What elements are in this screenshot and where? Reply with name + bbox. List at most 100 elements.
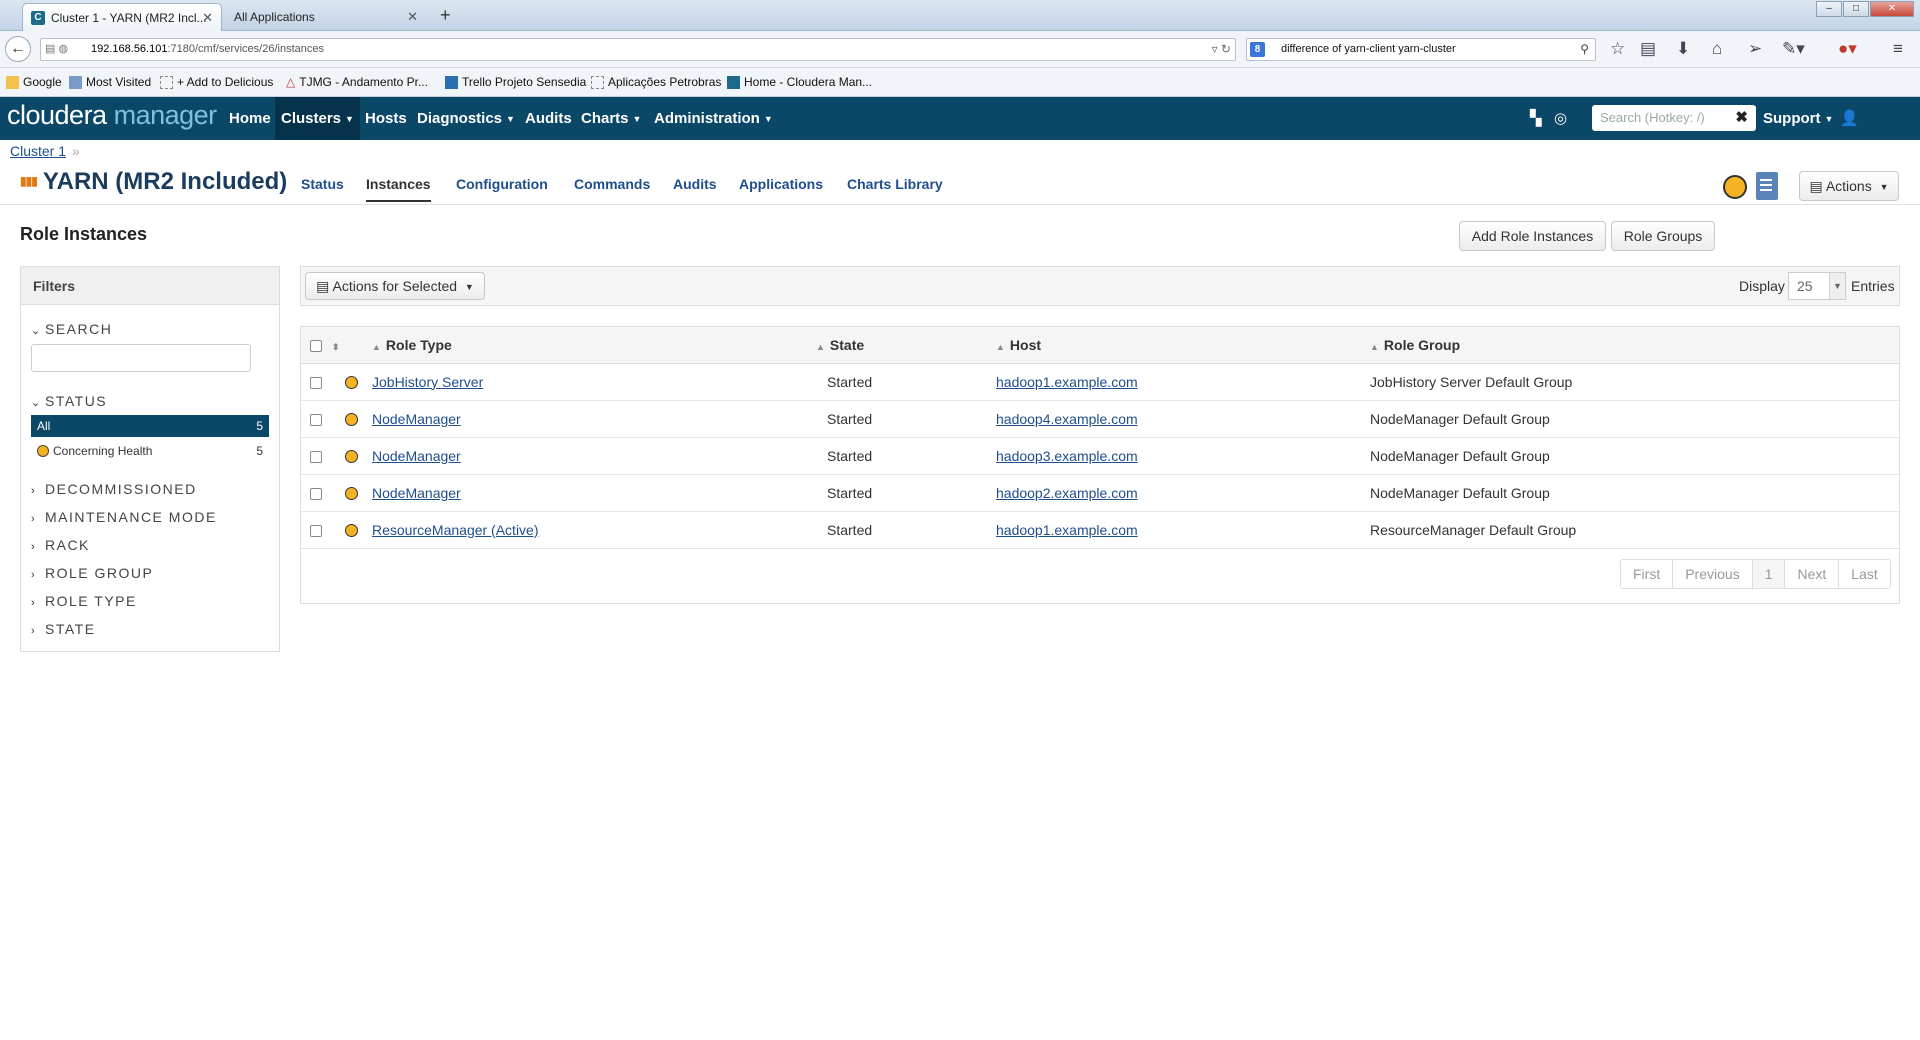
new-tab-icon[interactable]: + bbox=[440, 5, 451, 26]
browser-tab-applications[interactable]: All Applications ✕ bbox=[226, 3, 426, 31]
cloudera-manager-logo[interactable]: cloudera manager bbox=[7, 100, 217, 131]
close-window-icon[interactable]: ✕ bbox=[1870, 1, 1914, 17]
filter-search-input[interactable] bbox=[31, 344, 251, 372]
page-size-select[interactable]: 25 ▼ bbox=[1788, 272, 1846, 300]
host-link[interactable]: hadoop4.example.com bbox=[996, 411, 1138, 427]
bookmark-item[interactable]: Google bbox=[6, 75, 62, 89]
bookmark-item[interactable]: Aplicações Petrobras bbox=[591, 75, 721, 89]
pager-next-button[interactable]: Next bbox=[1785, 560, 1840, 588]
home-icon[interactable]: ⌂ bbox=[1712, 39, 1722, 59]
health-column-header[interactable]: ⬍ bbox=[331, 327, 371, 364]
filter-maintenance-mode[interactable]: › MAINTENANCE MODE bbox=[31, 509, 217, 525]
row-health-cell bbox=[331, 437, 371, 475]
actions-for-selected-button[interactable]: ▤ Actions for Selected ▼ bbox=[305, 272, 485, 300]
add-role-instances-button[interactable]: Add Role Instances bbox=[1459, 221, 1606, 251]
nav-diagnostics[interactable]: Diagnostics ▼ bbox=[411, 97, 521, 140]
filter-role-type[interactable]: › ROLE TYPE bbox=[31, 593, 137, 609]
column-header-role-group[interactable]: ▲ Role Group bbox=[1369, 327, 1899, 364]
reload-icon[interactable]: ▿ ↻ bbox=[1212, 39, 1231, 60]
extension-icon[interactable]: ✎▾ bbox=[1782, 39, 1805, 59]
breadcrumb-cluster-link[interactable]: Cluster 1 bbox=[10, 143, 66, 159]
service-actions-button[interactable]: ▤ Actions ▼ bbox=[1799, 171, 1899, 201]
back-arrow-icon[interactable]: ← bbox=[5, 36, 31, 62]
role-instance-link[interactable]: NodeManager bbox=[372, 448, 461, 464]
role-instance-link[interactable]: NodeManager bbox=[372, 485, 461, 501]
role-instance-link[interactable]: JobHistory Server bbox=[372, 374, 483, 390]
role-instance-link[interactable]: NodeManager bbox=[372, 411, 461, 427]
filter-rack[interactable]: › RACK bbox=[31, 537, 90, 553]
nav-clusters[interactable]: Clusters ▼ bbox=[275, 97, 360, 140]
pager-current-page[interactable]: 1 bbox=[1752, 560, 1786, 588]
pager-last-button[interactable]: Last bbox=[1839, 560, 1890, 588]
search-icon[interactable]: ⚲ bbox=[1580, 39, 1589, 60]
menu-icon[interactable]: ≡ bbox=[1893, 39, 1903, 59]
close-tab-icon[interactable]: ✕ bbox=[407, 9, 418, 25]
tab-commands[interactable]: Commands bbox=[574, 176, 650, 192]
row-checkbox[interactable] bbox=[310, 487, 322, 500]
pager-first-button[interactable]: First bbox=[1621, 560, 1674, 588]
nav-administration[interactable]: Administration ▼ bbox=[648, 97, 779, 140]
select-all-checkbox[interactable] bbox=[310, 340, 322, 353]
pager-previous-button[interactable]: Previous bbox=[1673, 560, 1753, 588]
row-checkbox[interactable] bbox=[310, 376, 322, 389]
download-icon[interactable]: ⬇ bbox=[1676, 39, 1690, 59]
status-filter-all[interactable]: All 5 bbox=[31, 415, 269, 437]
filter-state[interactable]: › STATE bbox=[31, 621, 96, 637]
role-groups-button[interactable]: Role Groups bbox=[1611, 221, 1715, 251]
tab-audits[interactable]: Audits bbox=[673, 176, 717, 192]
addon-icon[interactable]: ●▾ bbox=[1838, 39, 1857, 59]
tab-configuration[interactable]: Configuration bbox=[456, 176, 548, 192]
google-search-engine-icon[interactable]: 8 bbox=[1250, 42, 1265, 57]
star-icon[interactable]: ☆ bbox=[1610, 39, 1625, 59]
nav-home[interactable]: Home bbox=[223, 97, 277, 140]
filter-status-toggle[interactable]: ⌄ STATUS bbox=[31, 393, 107, 409]
send-icon[interactable]: ➢ bbox=[1748, 39, 1762, 59]
filter-decommissioned[interactable]: › DECOMMISSIONED bbox=[31, 481, 197, 497]
close-tab-icon[interactable]: ✕ bbox=[202, 10, 213, 26]
filter-search-toggle[interactable]: ⌄ SEARCH bbox=[31, 321, 112, 337]
bookmark-item[interactable]: + Add to Delicious bbox=[160, 75, 273, 89]
clear-search-icon[interactable]: ✖ bbox=[1735, 105, 1748, 131]
filter-role-group[interactable]: › ROLE GROUP bbox=[31, 565, 153, 581]
select-all-cell bbox=[301, 327, 331, 364]
tab-instances[interactable]: Instances bbox=[366, 176, 431, 202]
nav-hosts[interactable]: Hosts bbox=[359, 97, 413, 140]
nav-user[interactable]: 👤 admin ▼ bbox=[1834, 97, 1920, 170]
global-search-input[interactable]: Search (Hotkey: /) ✖ bbox=[1592, 105, 1756, 131]
bookmark-item[interactable]: Trello Projeto Sensedia bbox=[445, 75, 586, 89]
log-document-icon[interactable] bbox=[1756, 172, 1778, 200]
tab-status[interactable]: Status bbox=[301, 176, 344, 192]
state-cell: Started bbox=[815, 474, 995, 512]
bookmark-item[interactable]: △ TJMG - Andamento Pr... bbox=[286, 75, 428, 89]
maximize-window-icon[interactable]: □ bbox=[1843, 1, 1869, 17]
chevron-right-icon: › bbox=[31, 597, 35, 609]
column-header-role-type[interactable]: ▲ Role Type bbox=[371, 327, 815, 364]
browser-tab-cluster[interactable]: C Cluster 1 - YARN (MR2 Incl... ✕ bbox=[22, 3, 222, 31]
running-commands-icon[interactable]: ◎ bbox=[1554, 109, 1567, 127]
address-bar[interactable]: ▤ ◍ 192.168.56.101:7180/cmf/services/26/… bbox=[40, 38, 1236, 61]
role-instances-table-panel: ⬍ ▲ Role Type ▲ State ▲ Host ▲ Role Group Jo… bbox=[300, 326, 1900, 604]
row-checkbox[interactable] bbox=[310, 413, 322, 426]
health-status-icon[interactable] bbox=[1723, 175, 1747, 199]
nav-support[interactable]: Support ▼ bbox=[1757, 97, 1839, 140]
bookmark-item[interactable]: Home - Cloudera Man... bbox=[727, 75, 872, 89]
nav-charts[interactable]: Charts ▼ bbox=[575, 97, 647, 140]
bookmark-item[interactable]: Most Visited bbox=[69, 75, 151, 89]
host-link[interactable]: hadoop1.example.com bbox=[996, 522, 1138, 538]
nav-audits[interactable]: Audits bbox=[519, 97, 578, 140]
tab-applications[interactable]: Applications bbox=[739, 176, 823, 192]
host-link[interactable]: hadoop2.example.com bbox=[996, 485, 1138, 501]
role-instance-link[interactable]: ResourceManager (Active) bbox=[372, 522, 539, 538]
tab-charts-library[interactable]: Charts Library bbox=[847, 176, 943, 192]
column-header-state[interactable]: ▲ State bbox=[815, 327, 995, 364]
row-checkbox[interactable] bbox=[310, 524, 322, 537]
browser-search-input[interactable]: 8 difference of yarn-client yarn-cluster… bbox=[1246, 38, 1596, 61]
status-filter-concerning[interactable]: Concerning Health 5 bbox=[31, 441, 269, 461]
parcels-icon[interactable]: ▚ bbox=[1530, 109, 1542, 127]
column-header-host[interactable]: ▲ Host bbox=[995, 327, 1369, 364]
minimize-window-icon[interactable]: – bbox=[1816, 1, 1842, 17]
host-link[interactable]: hadoop1.example.com bbox=[996, 374, 1138, 390]
reading-list-icon[interactable]: ▤ bbox=[1640, 39, 1656, 59]
row-checkbox[interactable] bbox=[310, 450, 322, 463]
host-link[interactable]: hadoop3.example.com bbox=[996, 448, 1138, 464]
